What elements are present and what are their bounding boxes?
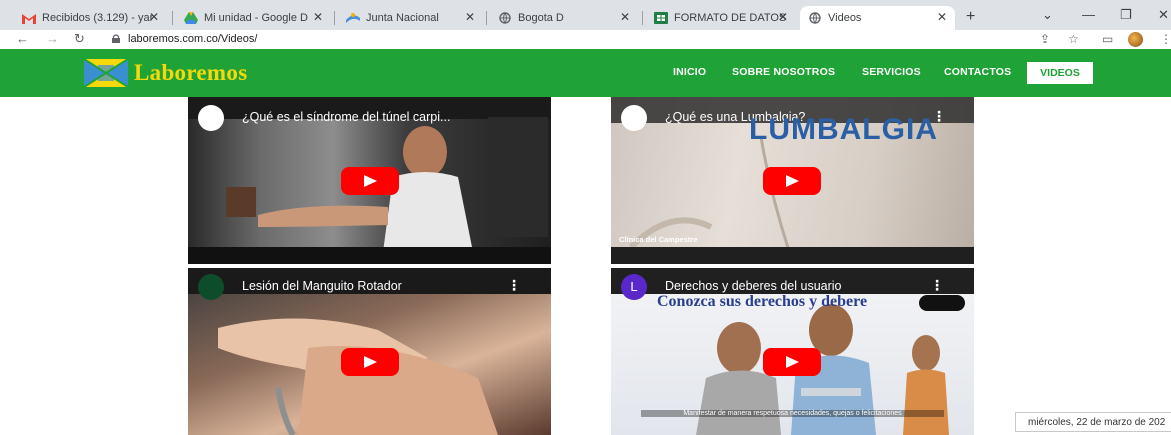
- close-icon[interactable]: ✕: [465, 10, 475, 24]
- close-icon[interactable]: ✕: [620, 10, 630, 24]
- sheets-icon: [654, 11, 668, 25]
- video-overlay-text: Conozca sus derechos y debere: [657, 293, 868, 310]
- drive-icon: [184, 11, 198, 25]
- play-button[interactable]: [341, 167, 399, 195]
- back-icon[interactable]: ←: [16, 31, 29, 46]
- close-icon[interactable]: ✕: [313, 10, 323, 24]
- browser-tab-strip: Recibidos (3.129) - yar ✕ Mi unidad - Go…: [0, 0, 1171, 30]
- channel-avatar[interactable]: [198, 105, 224, 131]
- tab-drive[interactable]: Mi unidad - Google D ✕: [176, 6, 331, 30]
- nav-servicios[interactable]: SERVICIOS: [862, 66, 921, 78]
- more-options-icon[interactable]: ⋮: [507, 277, 521, 294]
- sidepanel-icon[interactable]: ▭: [1102, 32, 1113, 46]
- gmail-icon: [22, 11, 36, 25]
- play-button[interactable]: [341, 348, 399, 376]
- video-embed-derechos-deberes[interactable]: L Derechos y deberes del usuario ⋮ Conoz…: [611, 268, 974, 435]
- restore-button[interactable]: ❐: [1120, 7, 1132, 23]
- nav-videos[interactable]: VIDEOS: [1027, 62, 1093, 84]
- tab-title: FORMATO DE DATOS: [674, 12, 787, 24]
- tab-title: Bogota D: [518, 12, 564, 24]
- site-icon: [346, 11, 360, 25]
- video-title[interactable]: Derechos y deberes del usuario: [665, 279, 842, 293]
- video-embed-manguito-rotador[interactable]: Lesión del Manguito Rotador ⋮: [188, 268, 551, 435]
- close-icon[interactable]: ✕: [937, 10, 947, 24]
- play-button[interactable]: [763, 167, 821, 195]
- nav-inicio[interactable]: INICIO: [673, 66, 706, 78]
- video-overlay-text: LUMBALGIA: [749, 113, 938, 146]
- tab-videos[interactable]: Videos ✕: [800, 6, 955, 30]
- site-logo[interactable]: Laboremos: [84, 59, 247, 87]
- menu-icon[interactable]: ⋮: [1160, 32, 1171, 46]
- tab-title: Recibidos (3.129) - yar: [42, 12, 154, 24]
- close-icon[interactable]: ✕: [149, 10, 159, 24]
- tab-junta-nacional[interactable]: Junta Nacional ✕: [338, 6, 483, 30]
- video-embed-tunel-carpiano[interactable]: ¿Qué es el síndrome del túnel carpi...: [188, 97, 551, 264]
- forward-icon[interactable]: →: [46, 31, 59, 46]
- tab-gmail[interactable]: Recibidos (3.129) - yar ✕: [14, 6, 167, 30]
- tab-title: Mi unidad - Google D: [204, 12, 308, 24]
- avatar[interactable]: [1128, 32, 1143, 47]
- nav-contactos[interactable]: CONTACTOS: [944, 66, 1011, 78]
- address-bar[interactable]: laboremos.com.co/Videos/: [128, 33, 257, 45]
- play-button[interactable]: [763, 348, 821, 376]
- lock-icon[interactable]: [112, 34, 120, 43]
- more-options-icon[interactable]: ⋮: [930, 277, 944, 294]
- tab-title: Junta Nacional: [366, 12, 439, 24]
- star-icon[interactable]: ☆: [1068, 32, 1079, 46]
- logo-icon: [84, 59, 128, 87]
- share-icon[interactable]: ⇪: [1040, 32, 1050, 46]
- logo-text: Laboremos: [134, 60, 248, 85]
- globe-icon: [498, 11, 512, 25]
- tab-formato-datos[interactable]: FORMATO DE DATOS ✕: [646, 6, 796, 30]
- channel-avatar[interactable]: [198, 274, 224, 300]
- video-subtitle: Manifestar de manera respetuosa necesida…: [641, 410, 944, 417]
- video-watermark: Clínica del Campestre: [619, 235, 698, 244]
- minimize-button[interactable]: —: [1082, 7, 1095, 22]
- date-tooltip: miércoles, 22 de marzo de 202: [1015, 412, 1171, 432]
- new-tab-button[interactable]: +: [966, 8, 975, 26]
- tab-bogota[interactable]: Bogota D ✕: [490, 6, 638, 30]
- channel-avatar[interactable]: [621, 105, 647, 131]
- channel-avatar[interactable]: L: [621, 274, 647, 300]
- browser-toolbar: ← → ↻ laboremos.com.co/Videos/ ⇪ ☆ ▭ ⋮: [0, 30, 1171, 49]
- close-window-button[interactable]: ✕: [1158, 7, 1169, 23]
- tab-search-icon[interactable]: ⌄: [1042, 7, 1053, 23]
- globe-icon: [808, 11, 822, 25]
- video-embed-lumbalgia[interactable]: ¿Qué es una Lumbalgia? ⋮ LUMBALGIA Clíni…: [611, 97, 974, 264]
- watch-later-icon[interactable]: [919, 295, 965, 311]
- reload-icon[interactable]: ↻: [74, 31, 85, 47]
- site-header: Laboremos INICIO SOBRE NOSOTROS SERVICIO…: [0, 49, 1171, 97]
- nav-sobre-nosotros[interactable]: SOBRE NOSOTROS: [732, 66, 835, 78]
- video-title[interactable]: Lesión del Manguito Rotador: [242, 279, 402, 293]
- video-title[interactable]: ¿Qué es el síndrome del túnel carpi...: [242, 110, 450, 124]
- close-icon[interactable]: ✕: [778, 10, 788, 24]
- tab-title: Videos: [828, 12, 862, 24]
